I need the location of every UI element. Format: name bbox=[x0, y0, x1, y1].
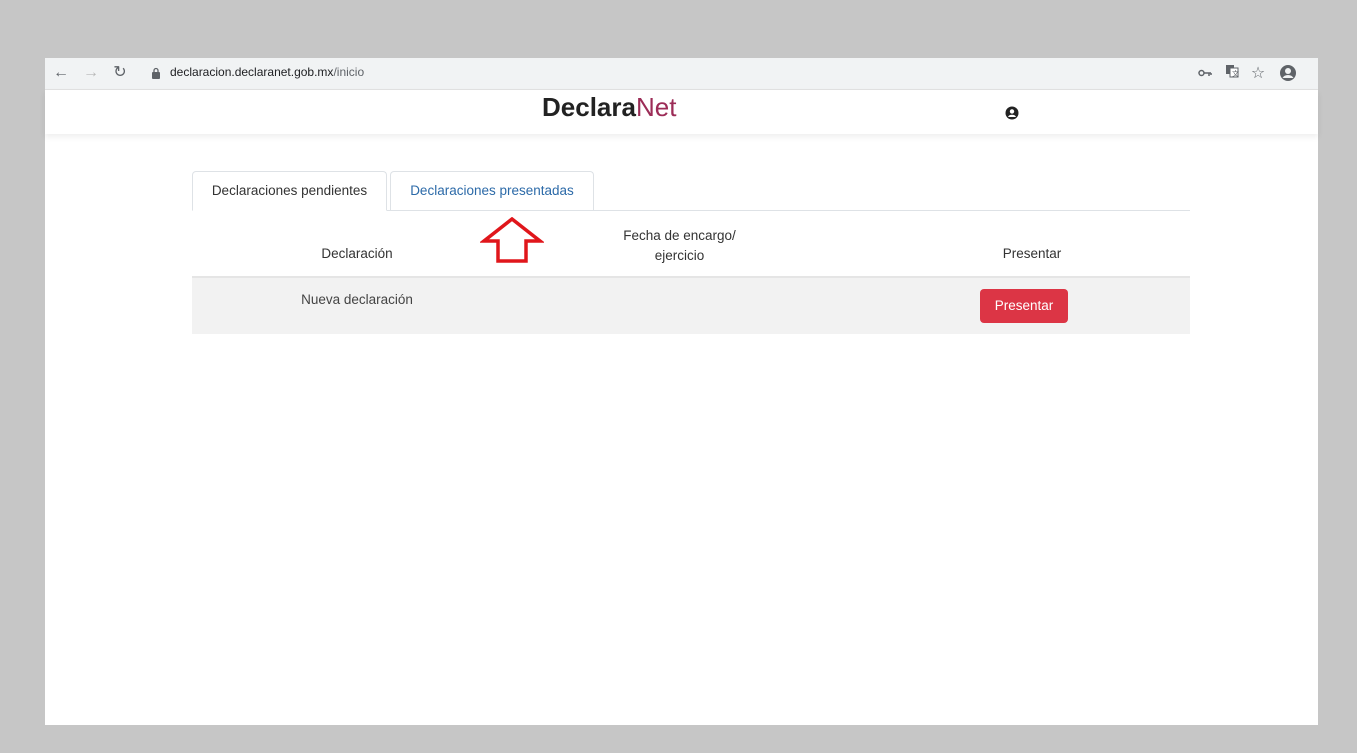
tab-declaraciones-pendientes[interactable]: Declaraciones pendientes bbox=[192, 171, 387, 211]
url-host: declaracion.declaranet.gob.mx bbox=[170, 65, 334, 79]
star-icon[interactable]: ☆ bbox=[1248, 64, 1268, 84]
key-icon[interactable] bbox=[1195, 64, 1215, 84]
translate-icon[interactable]: 文 bbox=[1222, 64, 1242, 84]
url-path: /inicio bbox=[333, 65, 365, 79]
declaraciones-tabs: Declaraciones pendientes Declaraciones p… bbox=[192, 171, 1190, 211]
header-fecha-line1: Fecha de encargo/ bbox=[623, 228, 736, 243]
logo-bold-text: Declara bbox=[542, 92, 636, 122]
site-header: DeclaraNet bbox=[45, 90, 1318, 134]
table-header: Declaración Fecha de encargo/ ejercicio … bbox=[192, 210, 1190, 278]
reload-icon[interactable]: ↻ bbox=[110, 63, 130, 83]
logo-light-text: Net bbox=[635, 92, 677, 122]
forward-arrow-icon[interactable]: → bbox=[81, 63, 101, 83]
lock-icon bbox=[152, 67, 160, 79]
browser-window: ← → ↻ declaracion.declaranet.gob.mx/inic… bbox=[45, 58, 1318, 725]
svg-text:文: 文 bbox=[1232, 69, 1239, 78]
header-declaracion: Declaración bbox=[321, 246, 393, 261]
cell-declaracion: Nueva declaración bbox=[301, 292, 413, 307]
header-presentar: Presentar bbox=[1002, 246, 1062, 261]
browser-toolbar: ← → ↻ declaracion.declaranet.gob.mx/inic… bbox=[45, 58, 1318, 90]
user-circle-icon[interactable] bbox=[1005, 106, 1019, 120]
address-bar[interactable]: declaracion.declaranet.gob.mx/inicio bbox=[170, 65, 364, 79]
back-arrow-icon[interactable]: ← bbox=[51, 63, 71, 83]
presentar-button[interactable]: Presentar bbox=[980, 289, 1068, 323]
header-fecha-line2: ejercicio bbox=[654, 248, 705, 263]
declaraciones-table: Declaración Fecha de encargo/ ejercicio … bbox=[192, 210, 1190, 334]
header-fecha: Fecha de encargo/ ejercicio bbox=[592, 226, 767, 266]
tab-declaraciones-presentadas[interactable]: Declaraciones presentadas bbox=[390, 171, 594, 210]
profile-icon[interactable] bbox=[1278, 64, 1298, 84]
declaranet-logo[interactable]: DeclaraNet bbox=[542, 92, 676, 123]
page-content: DeclaraNet Declaraciones pendientes Decl… bbox=[45, 90, 1318, 725]
table-row: Nueva declaración Presentar bbox=[192, 278, 1190, 334]
